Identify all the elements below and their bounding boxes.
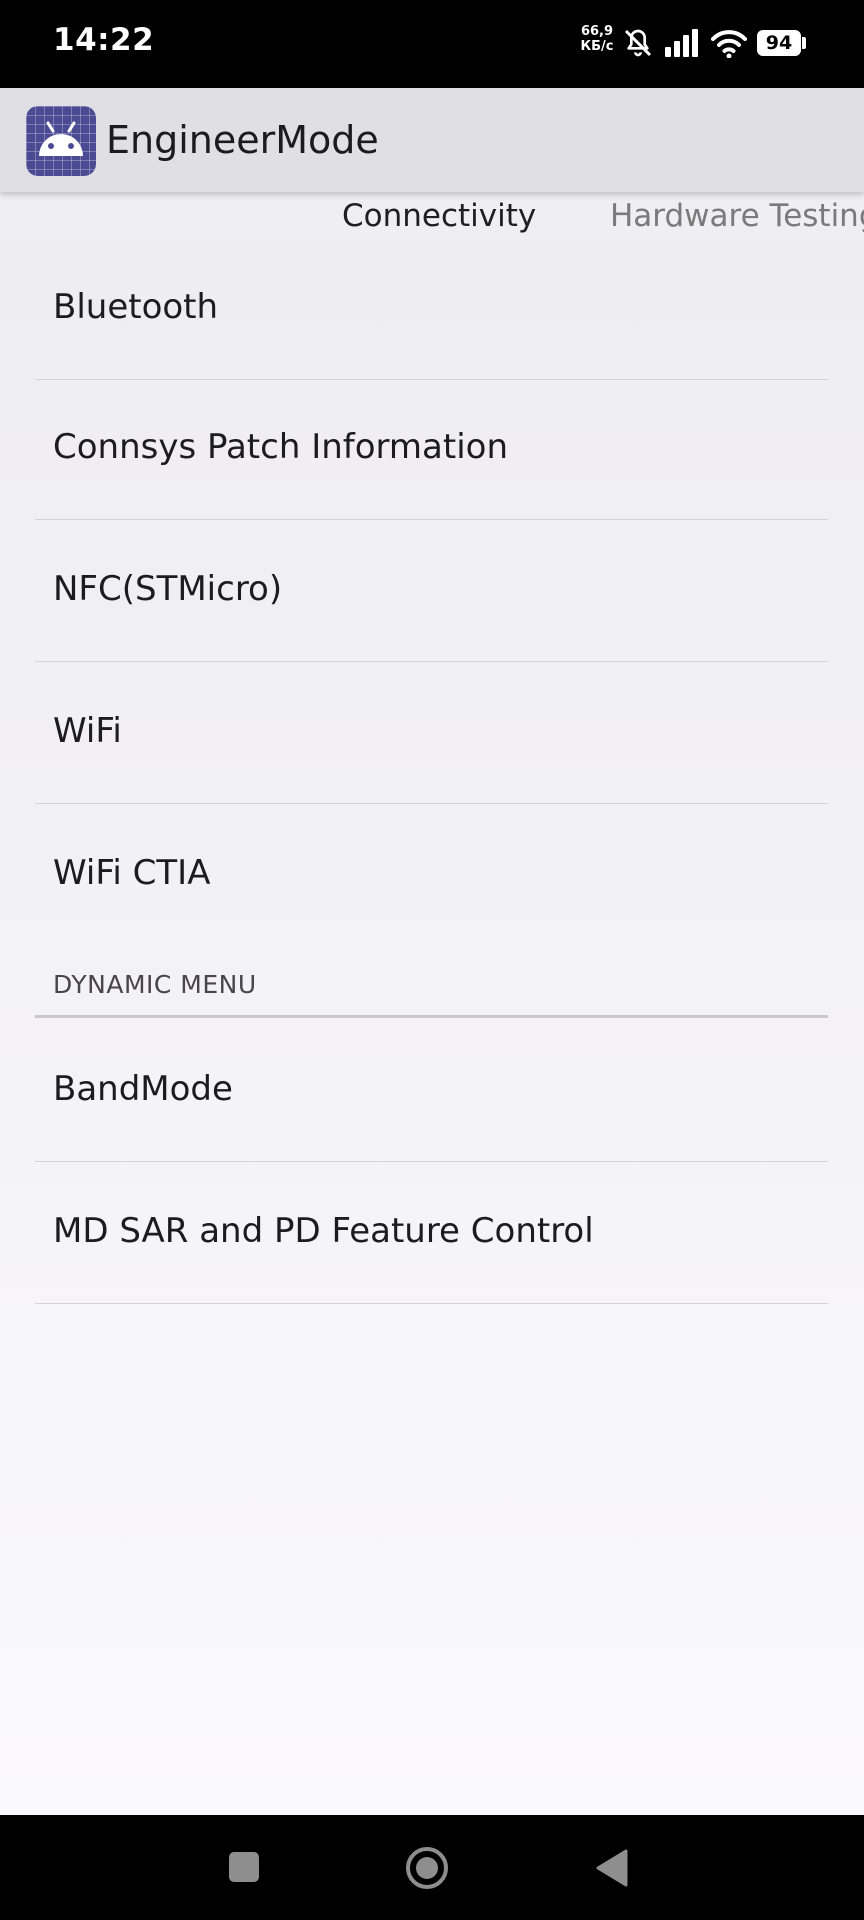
list-item-label: Bluetooth xyxy=(53,287,219,327)
app-title: EngineerMode xyxy=(106,118,379,162)
battery-terminal xyxy=(802,37,806,49)
network-speed-value: 66,9 xyxy=(580,24,614,39)
list-item-bluetooth[interactable]: Bluetooth xyxy=(35,240,828,380)
cellular-signal-icon xyxy=(665,29,698,57)
back-button[interactable] xyxy=(592,1847,632,1889)
list-item-md-sar-pd-feature-control[interactable]: MD SAR and PD Feature Control xyxy=(35,1164,828,1304)
navigation-bar xyxy=(0,1815,864,1920)
wifi-icon xyxy=(711,30,747,58)
tab-connectivity[interactable]: Connectivity xyxy=(342,198,536,234)
recents-button[interactable] xyxy=(226,1849,262,1885)
network-speed: 66,9 КБ/с xyxy=(577,24,617,54)
tab-hardware-testing[interactable]: Hardware Testing xyxy=(610,198,864,234)
status-time: 14:22 xyxy=(53,22,155,58)
list-item-label: WiFi xyxy=(53,711,122,751)
home-button[interactable] xyxy=(404,1845,450,1891)
settings-list: Bluetooth Connsys Patch Information NFC(… xyxy=(0,240,864,1815)
section-header-dynamic-menu: DYNAMIC MENU xyxy=(35,960,828,1018)
list-item-label: WiFi CTIA xyxy=(53,853,211,893)
list-item-bandmode[interactable]: BandMode xyxy=(35,1022,828,1162)
list-item-label: MD SAR and PD Feature Control xyxy=(53,1211,594,1251)
list-item-label: NFC(STMicro) xyxy=(53,569,283,609)
list-item-nfc-stmicro[interactable]: NFC(STMicro) xyxy=(35,522,828,662)
battery-icon: 94 xyxy=(757,30,801,56)
mute-notifications-icon xyxy=(624,29,652,57)
list-item-wifi-ctia[interactable]: WiFi CTIA xyxy=(35,806,828,956)
list-item-wifi[interactable]: WiFi xyxy=(35,664,828,804)
status-bar: 14:22 66,9 КБ/с 94 xyxy=(0,0,864,88)
android-app-icon xyxy=(26,106,96,176)
section-header-label: DYNAMIC MENU xyxy=(53,970,257,999)
list-item-label: BandMode xyxy=(53,1069,233,1109)
list-item-connsys-patch-information[interactable]: Connsys Patch Information xyxy=(35,380,828,520)
app-bar: EngineerMode xyxy=(0,88,864,192)
list-item-label: Connsys Patch Information xyxy=(53,427,508,467)
network-speed-unit: КБ/с xyxy=(580,39,614,54)
